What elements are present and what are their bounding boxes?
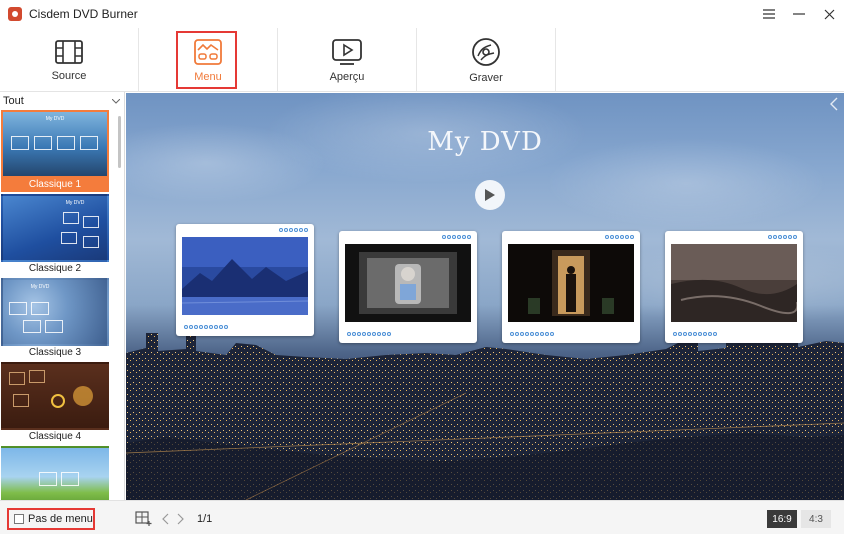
chapter-title-placeholder [768, 235, 797, 239]
template-label: Classique 3 [28, 347, 82, 358]
disc-burn-icon [472, 37, 500, 66]
template-sidebar: Tout My DVD Classique 1 My DVD Classique… [0, 92, 125, 500]
menu-preview: My DVD [126, 93, 844, 500]
chevron-down-icon [112, 98, 120, 104]
thumb-title-text: My DVD [30, 284, 50, 290]
tab-graver[interactable]: Graver [417, 28, 556, 92]
chapter-title-placeholder [279, 228, 308, 232]
chapter-caption-placeholder [673, 332, 717, 336]
chevron-left-icon[interactable] [830, 97, 838, 114]
chevron-left-icon[interactable] [161, 513, 169, 525]
template-label: Classique 1 [1, 178, 109, 192]
chapter-card[interactable] [502, 231, 640, 343]
template-label: Classique 4 [28, 431, 82, 442]
preview-title[interactable]: My DVD [126, 127, 844, 157]
chapter-thumbnail [345, 244, 471, 322]
chapter-caption-placeholder [510, 332, 554, 336]
page-indicator: 1/1 [197, 513, 213, 525]
page-navigation: 1/1 [135, 510, 212, 528]
hamburger-menu-icon[interactable] [754, 0, 784, 28]
template-classique-1[interactable]: My DVD Classique 1 [1, 110, 109, 192]
tab-menu-label: Menu [194, 70, 222, 83]
minimize-icon[interactable] [784, 0, 814, 28]
chapter-card[interactable] [176, 224, 314, 336]
filter-value: Tout [3, 95, 24, 107]
main-toolbar: Source Menu Aperçu Graver [0, 28, 844, 92]
app-title: Cisdem DVD Burner [29, 7, 138, 21]
template-thumbnail: My DVD [1, 278, 109, 346]
window-controls [754, 0, 844, 28]
chapter-title-placeholder [442, 235, 471, 239]
tab-apercu-label: Aperçu [329, 70, 365, 83]
template-thumbnail [1, 446, 109, 500]
aspect-4-3-button[interactable]: 4:3 [801, 510, 831, 528]
template-label: Classique 2 [28, 263, 82, 274]
chapter-thumbnail [671, 244, 797, 322]
chapter-caption-placeholder [347, 332, 391, 336]
template-thumbnail: My DVD [1, 194, 109, 262]
chapter-caption-placeholder [184, 325, 228, 329]
play-icon [485, 189, 495, 201]
no-menu-checkbox[interactable]: Pas de menu [7, 508, 95, 530]
template-item-5[interactable] [1, 446, 109, 500]
tab-source[interactable]: Source [0, 28, 139, 92]
template-classique-3[interactable]: My DVD Classique 3 [1, 278, 109, 360]
chapter-card[interactable] [665, 231, 803, 343]
add-page-icon[interactable] [135, 511, 153, 527]
template-thumbnail [1, 362, 109, 430]
tab-graver-label: Graver [469, 71, 503, 84]
template-filter-select[interactable]: Tout [0, 92, 124, 110]
tab-apercu[interactable]: Aperçu [278, 28, 417, 92]
play-button[interactable] [475, 180, 505, 210]
no-menu-label: Pas de menu [28, 513, 93, 525]
sidebar-scrollbar[interactable] [118, 116, 121, 168]
bottom-bar [0, 500, 844, 534]
aspect-16-9-button[interactable]: 16:9 [767, 510, 797, 528]
template-classique-4[interactable]: Classique 4 [1, 362, 109, 444]
menu-template-icon [194, 38, 222, 65]
play-preview-icon [332, 38, 362, 65]
chapter-thumbnail [508, 244, 634, 322]
chevron-right-icon[interactable] [177, 513, 185, 525]
tab-menu[interactable]: Menu [139, 28, 278, 92]
chapter-card[interactable] [339, 231, 477, 343]
template-classique-2[interactable]: My DVD Classique 2 [1, 194, 109, 276]
thumb-title-text: My DVD [65, 200, 85, 206]
app-logo-icon [8, 7, 22, 21]
film-strip-icon [55, 39, 83, 64]
tab-source-label: Source [51, 69, 87, 82]
chapter-title-placeholder [605, 235, 634, 239]
chapter-thumbnail [182, 237, 308, 315]
thumb-title-text: My DVD [45, 116, 65, 122]
title-bar: Cisdem DVD Burner [0, 0, 844, 28]
template-list: My DVD Classique 1 My DVD Classique 2 My… [0, 110, 118, 500]
close-icon[interactable] [814, 0, 844, 28]
checkbox-box[interactable] [14, 514, 24, 524]
template-thumbnail: My DVD [1, 110, 109, 178]
